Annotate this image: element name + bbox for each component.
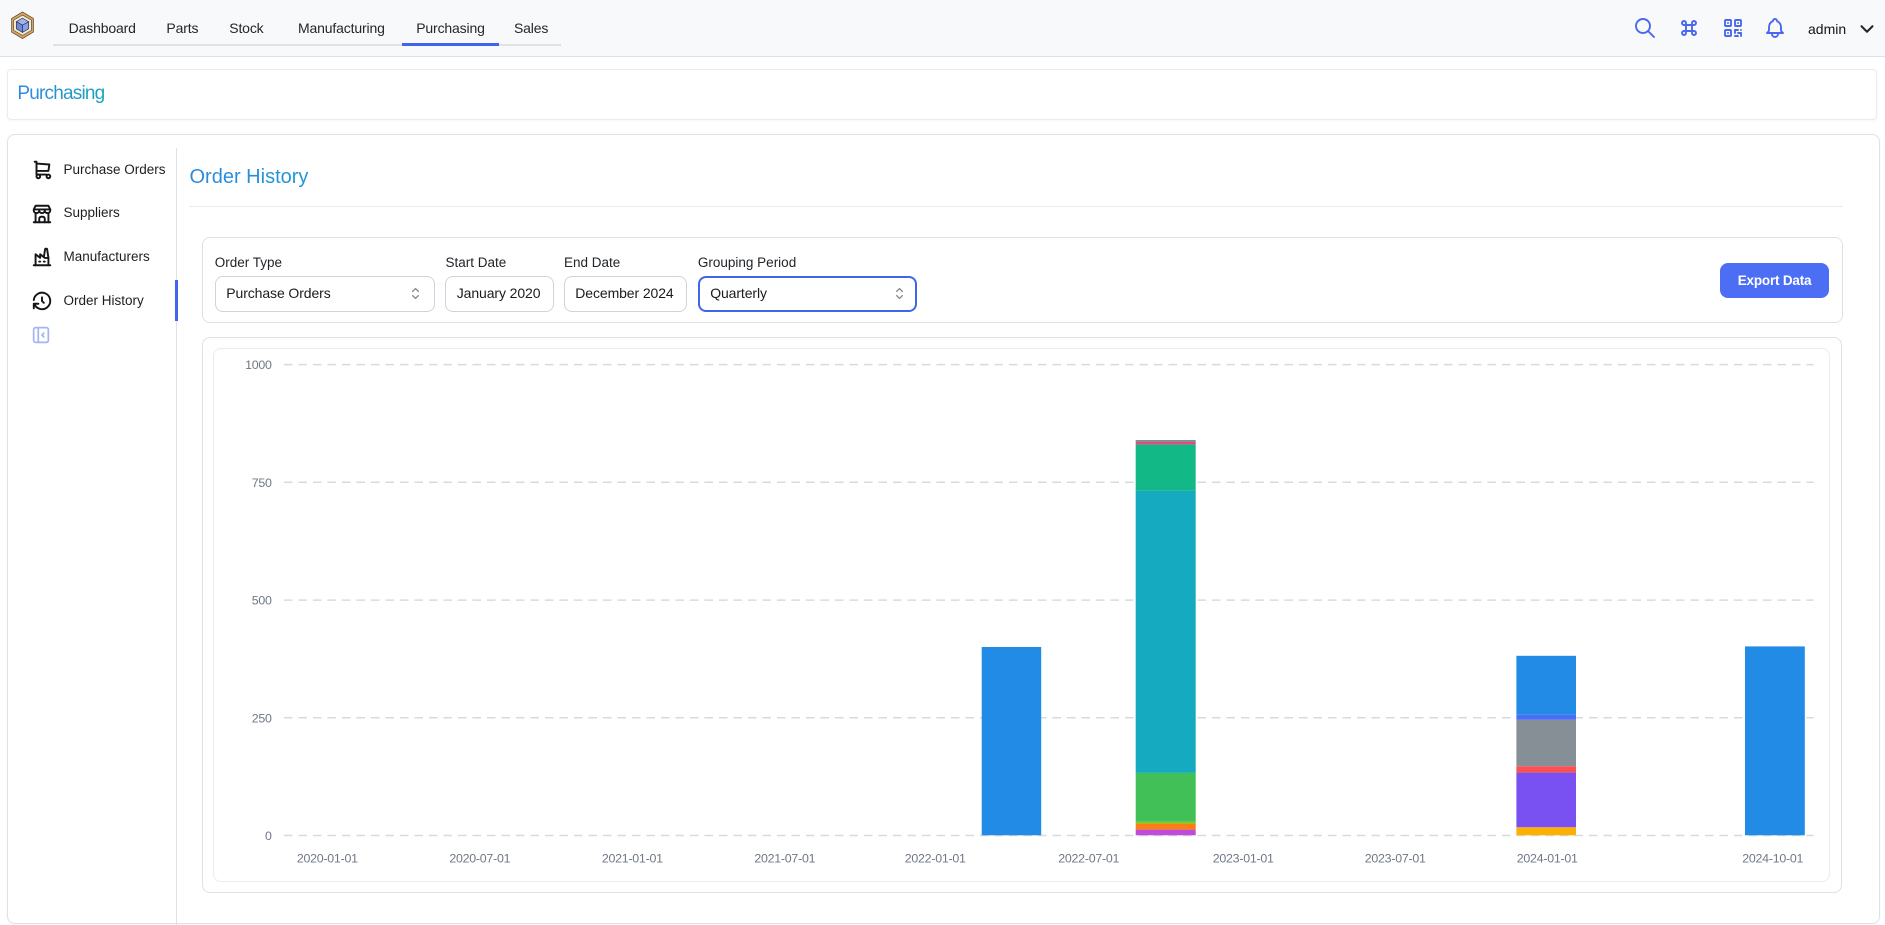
svg-text:250: 250 (252, 711, 272, 725)
svg-text:1000: 1000 (245, 358, 272, 372)
svg-text:2023-07-01: 2023-07-01 (1365, 851, 1426, 865)
svg-text:2021-01-01: 2021-01-01 (602, 851, 663, 865)
svg-text:2023-01-01: 2023-01-01 (1213, 851, 1274, 865)
svg-text:0: 0 (265, 829, 272, 843)
svg-text:2024-01-01: 2024-01-01 (1517, 851, 1578, 865)
svg-text:2022-07-01: 2022-07-01 (1059, 851, 1120, 865)
svg-text:750: 750 (252, 475, 272, 489)
svg-text:2024-10-01: 2024-10-01 (1743, 851, 1804, 865)
svg-text:2021-07-01: 2021-07-01 (755, 851, 816, 865)
svg-text:2020-07-01: 2020-07-01 (450, 851, 511, 865)
svg-text:500: 500 (252, 593, 272, 607)
svg-text:2022-01-01: 2022-01-01 (905, 851, 966, 865)
svg-text:2020-01-01: 2020-01-01 (297, 851, 358, 865)
